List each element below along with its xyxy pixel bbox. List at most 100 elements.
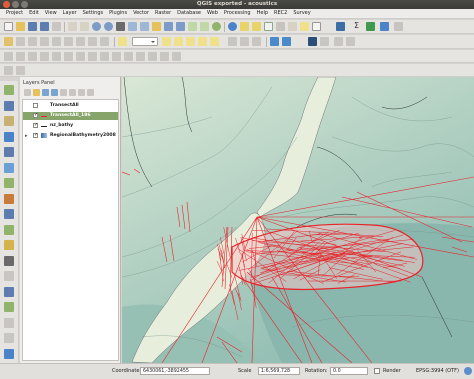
add-raster-layer-icon[interactable] xyxy=(4,100,14,111)
crs-label[interactable]: EPSG:3994 (OTF) xyxy=(416,368,459,374)
toggle-editing-icon[interactable] xyxy=(4,37,13,46)
map-canvas[interactable] xyxy=(122,77,474,363)
map-tips-icon[interactable] xyxy=(300,22,309,31)
add-wfs-icon[interactable] xyxy=(4,193,14,204)
add-wcs-icon[interactable] xyxy=(4,178,14,188)
label-pin-icon[interactable] xyxy=(162,37,171,46)
sum-icon[interactable]: Σ xyxy=(352,22,361,31)
layer-visibility-checkbox[interactable] xyxy=(33,122,38,128)
menu-item[interactable]: Database xyxy=(171,9,201,16)
rotate-point-icon[interactable] xyxy=(172,52,181,61)
offset-curve-icon[interactable] xyxy=(112,52,121,61)
add-part-icon[interactable] xyxy=(52,52,61,61)
snapping-icon[interactable] xyxy=(240,37,249,46)
label-change-icon[interactable] xyxy=(210,37,219,46)
add-vector-layer-icon[interactable] xyxy=(4,85,14,95)
add-mssql-icon[interactable] xyxy=(4,224,14,235)
node-tool-icon[interactable] xyxy=(52,37,61,46)
rotation-field[interactable]: 0.0 xyxy=(330,367,368,375)
delete-ring-icon[interactable] xyxy=(76,52,85,61)
copy-features-icon[interactable] xyxy=(88,37,97,46)
digitize-icon[interactable] xyxy=(228,37,237,46)
add-wms-icon[interactable] xyxy=(4,162,14,173)
menu-item[interactable]: Plugins xyxy=(103,9,127,16)
layout-icon[interactable] xyxy=(394,22,403,31)
print-composer-icon[interactable] xyxy=(52,22,61,31)
filter-legend-icon[interactable] xyxy=(51,89,58,96)
new-spatialite-icon[interactable] xyxy=(4,271,14,281)
zoom-last-icon[interactable] xyxy=(164,22,173,31)
new-project-icon[interactable] xyxy=(4,22,13,31)
zoom-actual-icon[interactable] xyxy=(116,22,125,31)
menu-item[interactable]: Web xyxy=(201,9,218,16)
add-arcgis-icon[interactable] xyxy=(4,317,14,328)
label-move-icon[interactable] xyxy=(186,37,195,46)
delete-part-icon[interactable] xyxy=(88,52,97,61)
deselect-icon[interactable] xyxy=(252,22,261,31)
tile-scale-icon[interactable] xyxy=(16,66,25,75)
save-edits-icon[interactable] xyxy=(16,37,25,46)
add-delimited-text-icon[interactable] xyxy=(4,116,14,126)
new-shapefile-icon[interactable] xyxy=(4,255,14,266)
add-group-icon[interactable] xyxy=(33,89,40,96)
text-annotation-icon[interactable] xyxy=(312,22,321,31)
add-feature-icon[interactable] xyxy=(28,37,37,46)
undo-icon[interactable] xyxy=(4,52,13,61)
menu-item[interactable]: View xyxy=(39,9,57,16)
label-show-icon[interactable] xyxy=(174,37,183,46)
zoom-in-icon[interactable] xyxy=(92,22,101,31)
layer-row[interactable]: nz_bathy xyxy=(23,122,118,130)
paste-features-icon[interactable] xyxy=(100,37,109,46)
menu-item[interactable]: Layer xyxy=(57,9,77,16)
layer-visibility-checkbox[interactable] xyxy=(33,112,38,118)
menu-item[interactable]: Settings xyxy=(77,9,104,16)
refresh-icon[interactable] xyxy=(212,22,221,31)
measure-icon[interactable] xyxy=(288,22,297,31)
split-features-icon[interactable] xyxy=(124,52,133,61)
zoom-selection-icon[interactable] xyxy=(152,22,161,31)
new-gpx-icon[interactable] xyxy=(4,286,14,297)
manage-visibility-icon[interactable] xyxy=(42,89,49,96)
georeferencer-icon[interactable] xyxy=(270,37,279,46)
label-tool-icon[interactable] xyxy=(118,37,127,46)
layer-visibility-checkbox[interactable] xyxy=(33,132,38,138)
reshape-icon[interactable] xyxy=(100,52,109,61)
statistics-icon[interactable] xyxy=(276,22,285,31)
label-rotate-icon[interactable] xyxy=(198,37,207,46)
add-virtual-layer-icon[interactable] xyxy=(4,302,14,312)
layer-visibility-checkbox[interactable] xyxy=(33,103,38,108)
layer-row[interactable]: TransectAll xyxy=(23,102,118,110)
expand-arrow-icon[interactable]: ▸ xyxy=(25,133,28,139)
raster-calc-icon[interactable] xyxy=(282,37,291,46)
split-parts-icon[interactable] xyxy=(136,52,145,61)
label-combo[interactable] xyxy=(132,37,158,46)
move-feature-icon[interactable] xyxy=(40,37,49,46)
pan-to-selection-icon[interactable] xyxy=(80,22,89,31)
pan-icon[interactable] xyxy=(68,22,77,31)
fill-ring-icon[interactable] xyxy=(64,52,73,61)
save-as-icon[interactable] xyxy=(40,22,49,31)
results-icon[interactable] xyxy=(346,37,355,46)
coordinate-field[interactable]: 6430061,-3892455 xyxy=(140,367,210,375)
cut-features-icon[interactable] xyxy=(76,37,85,46)
menu-item[interactable]: Survey xyxy=(287,9,310,16)
bookmark-icon[interactable] xyxy=(200,22,209,31)
zoom-out-icon[interactable] xyxy=(104,22,113,31)
toolbox-icon[interactable] xyxy=(320,37,329,46)
scale-field[interactable]: 1:6,569,728 xyxy=(258,367,300,375)
collapse-all-icon[interactable] xyxy=(78,89,85,96)
python-console-icon[interactable] xyxy=(336,22,345,31)
save-project-icon[interactable] xyxy=(28,22,37,31)
field-calculator-icon[interactable] xyxy=(252,37,261,46)
add-wcs2-icon[interactable] xyxy=(4,333,14,343)
zoom-next-icon[interactable] xyxy=(176,22,185,31)
identify-icon[interactable] xyxy=(228,22,237,31)
layer-row[interactable]: TransectAll_186 xyxy=(23,112,118,120)
expand-all-icon[interactable] xyxy=(69,89,76,96)
menu-item[interactable]: Project xyxy=(0,9,23,16)
add-oracle-icon[interactable] xyxy=(4,209,14,219)
spreadsheet-icon[interactable] xyxy=(366,22,375,31)
digitize-layer-icon[interactable] xyxy=(4,348,14,359)
add-spatialite-icon[interactable] xyxy=(4,147,14,157)
open-attribute-table-icon[interactable] xyxy=(264,22,273,31)
